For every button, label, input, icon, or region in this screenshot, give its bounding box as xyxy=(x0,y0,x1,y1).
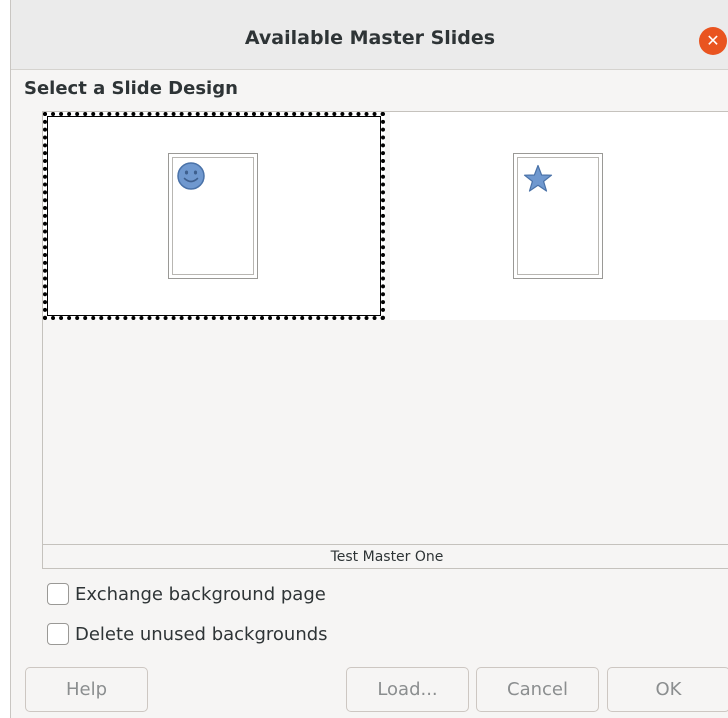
delete-unused-option[interactable]: Delete unused backgrounds xyxy=(47,622,328,646)
master-slides-dialog: Available Master Slides ✕ Select a Slide… xyxy=(10,0,728,718)
delete-unused-checkbox[interactable] xyxy=(47,623,69,645)
slide-preview xyxy=(168,153,258,279)
smiley-icon xyxy=(177,162,205,190)
selected-design-name: Test Master One xyxy=(330,549,444,565)
caption-divider xyxy=(43,544,728,545)
close-icon[interactable]: ✕ xyxy=(699,27,727,55)
ok-button[interactable]: OK xyxy=(607,667,728,712)
delete-unused-label: Delete unused backgrounds xyxy=(75,623,328,645)
dialog-title: Available Master Slides xyxy=(244,27,496,49)
design-thumbnail-2[interactable] xyxy=(390,112,728,320)
title-bar: Available Master Slides ✕ xyxy=(11,0,728,70)
design-thumbnail-1[interactable] xyxy=(43,112,385,320)
select-design-label: Select a Slide Design xyxy=(24,78,238,99)
exchange-background-option[interactable]: Exchange background page xyxy=(47,582,326,606)
help-button[interactable]: Help xyxy=(25,667,148,712)
exchange-background-checkbox[interactable] xyxy=(47,583,69,605)
cancel-button[interactable]: Cancel xyxy=(476,667,599,712)
slide-design-list: Test Master One xyxy=(42,111,728,569)
exchange-background-label: Exchange background page xyxy=(75,583,326,605)
star-icon xyxy=(523,164,553,192)
load-button[interactable]: Load... xyxy=(346,667,469,712)
slide-preview xyxy=(513,153,603,279)
